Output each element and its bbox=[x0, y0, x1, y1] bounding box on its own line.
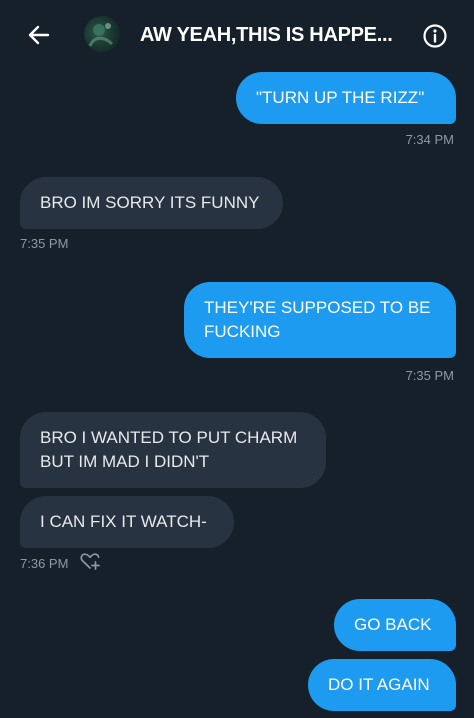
info-circle-icon[interactable] bbox=[422, 23, 448, 49]
message-timestamp: 7:35 PM bbox=[405, 368, 454, 383]
message-bubble-sent[interactable]: GO BACK bbox=[334, 599, 456, 651]
conversation-header: AW YEAH,THIS IS HAPPE... bbox=[0, 0, 474, 74]
message-timestamp: 7:35 PM bbox=[20, 236, 69, 251]
message-bubble-sent[interactable]: "TURN UP THE RIZZ" bbox=[236, 72, 456, 124]
message-bubble-sent[interactable]: THEY'RE SUPPOSED TO BE FUCKING bbox=[184, 282, 456, 358]
message-timestamp: 7:36 PM bbox=[20, 556, 69, 571]
message-bubble-sent[interactable]: DO IT AGAIN bbox=[308, 659, 456, 711]
conversation-title[interactable]: AW YEAH,THIS IS HAPPE... bbox=[140, 24, 408, 47]
message-bubble-received[interactable]: BRO I WANTED TO PUT CHARM BUT IM MAD I D… bbox=[20, 412, 326, 488]
message-timestamp: 7:34 PM bbox=[405, 132, 454, 147]
avatar[interactable] bbox=[84, 16, 120, 52]
message-bubble-received[interactable]: I CAN FIX IT WATCH- bbox=[20, 496, 234, 548]
heart-plus-icon[interactable] bbox=[79, 551, 101, 571]
message-bubble-received[interactable]: BRO IM SORRY ITS FUNNY bbox=[20, 177, 283, 229]
arrow-left-icon[interactable] bbox=[26, 22, 52, 48]
